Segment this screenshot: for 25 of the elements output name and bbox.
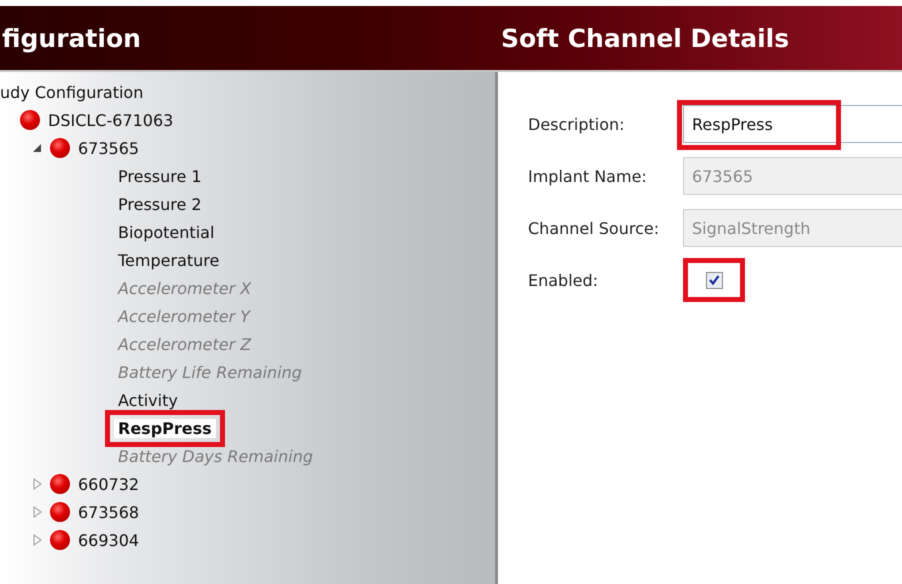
field-label: Description:: [528, 114, 626, 134]
tree-item[interactable]: udy Configuration: [0, 82, 144, 102]
field-label: Enabled:: [528, 270, 600, 290]
status-dot-icon: [50, 138, 70, 158]
status-dot-icon: [50, 502, 70, 522]
tree-item[interactable]: 660732: [78, 474, 140, 494]
tree-item[interactable]: Pressure 2: [118, 194, 202, 214]
field-label: Channel Source:: [528, 218, 660, 238]
tree-item[interactable]: 669304: [78, 530, 140, 550]
status-dot-icon: [50, 530, 70, 550]
text-field[interactable]: RespPress: [683, 105, 902, 143]
tree-item[interactable]: Pressure 1: [118, 166, 202, 186]
panel-title: figuration: [1, 22, 142, 54]
tree-item[interactable]: DSICLC-671063: [48, 110, 174, 130]
tree-item[interactable]: 673568: [78, 502, 140, 522]
status-dot-icon: [50, 474, 70, 494]
tree-item[interactable]: Biopotential: [118, 222, 214, 242]
field-label: Implant Name:: [528, 166, 648, 186]
checkbox[interactable]: [706, 272, 722, 288]
tree-item[interactable]: RespPress: [114, 418, 216, 438]
panel-title: Soft Channel Details: [500, 22, 790, 54]
tree-item[interactable]: Temperature: [118, 250, 220, 270]
status-dot-icon: [20, 110, 40, 130]
tree-item[interactable]: 673565: [78, 138, 140, 158]
tree-item[interactable]: Activity: [118, 390, 178, 410]
